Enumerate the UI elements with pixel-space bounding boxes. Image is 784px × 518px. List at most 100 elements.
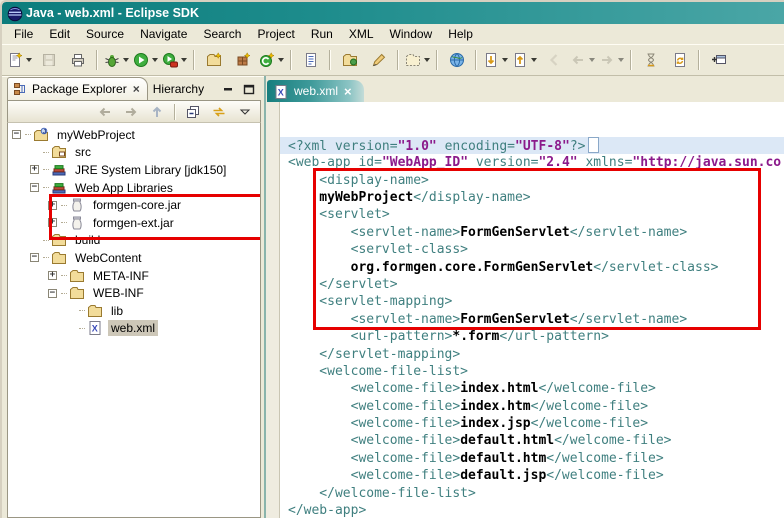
code-line[interactable]: </welcome-file-list> xyxy=(288,485,784,502)
dropdown-arrow-icon[interactable] xyxy=(502,58,508,62)
code-line[interactable]: <welcome-file>index.html</welcome-file> xyxy=(288,380,784,397)
code-area[interactable]: <?xml version="1.0" encoding="UTF-8"?><w… xyxy=(280,102,784,518)
code-line[interactable]: <servlet-mapping> xyxy=(288,293,784,310)
tree-item-jre-system-library-jdk150-[interactable]: +JRE System Library [jdk150] xyxy=(8,161,260,179)
code-line[interactable]: </servlet-mapping> xyxy=(288,346,784,363)
tree-item-web-app-libraries[interactable]: −Web App Libraries xyxy=(8,179,260,197)
tree-item-formgen-ext-jar[interactable]: +formgen-ext.jar xyxy=(8,214,260,232)
refresh-button[interactable] xyxy=(665,47,694,73)
forward-button[interactable] xyxy=(597,47,626,73)
code-line[interactable]: <welcome-file>index.htm</welcome-file> xyxy=(288,398,784,415)
tree-item-mywebproject[interactable]: −JmyWebProject xyxy=(8,126,260,144)
menu-item-navigate[interactable]: Navigate xyxy=(132,25,195,43)
tab-hierarchy[interactable]: Hierarchy xyxy=(148,79,211,100)
code-line[interactable]: myWebProject</display-name> xyxy=(288,189,784,206)
link-with-editor-button[interactable] xyxy=(207,102,231,123)
menu-item-help[interactable]: Help xyxy=(440,25,481,43)
javadoc-pen-button[interactable] xyxy=(364,47,393,73)
code-line[interactable]: <servlet-name>FormGenServlet</servlet-na… xyxy=(288,311,784,328)
tree-item-web-xml[interactable]: Xweb.xml xyxy=(8,320,260,338)
tab-web-xml[interactable]: X web.xml × xyxy=(267,80,364,102)
back-history-button[interactable] xyxy=(539,47,568,73)
code-line[interactable]: <web-app id="WebApp_ID" version="2.4" xm… xyxy=(288,154,784,171)
tree-item-web-inf[interactable]: −WEB-INF xyxy=(8,284,260,302)
expander-plus-icon[interactable]: + xyxy=(48,218,57,227)
code-line[interactable]: <welcome-file>default.html</welcome-file… xyxy=(288,432,784,449)
menu-item-edit[interactable]: Edit xyxy=(41,25,78,43)
up-button[interactable] xyxy=(145,102,169,123)
forward-button[interactable] xyxy=(119,102,143,123)
dropdown-arrow-icon[interactable] xyxy=(152,58,158,62)
menu-item-run[interactable]: Run xyxy=(303,25,341,43)
minimize-view-button[interactable] xyxy=(221,83,237,97)
code-line[interactable]: <welcome-file>default.htm</welcome-file> xyxy=(288,450,784,467)
expander-plus-icon[interactable]: + xyxy=(48,271,57,280)
run-button[interactable] xyxy=(131,47,160,73)
restore-editor-button[interactable] xyxy=(704,47,733,73)
tree-item-src[interactable]: src xyxy=(8,144,260,162)
code-line[interactable]: <display-name> xyxy=(288,172,784,189)
working-set-button[interactable] xyxy=(403,47,432,73)
expander-minus-icon[interactable]: − xyxy=(12,130,21,139)
menu-item-project[interactable]: Project xyxy=(249,25,302,43)
web-browser-button[interactable] xyxy=(442,47,471,73)
dropdown-arrow-icon[interactable] xyxy=(123,58,129,62)
maximize-view-button[interactable] xyxy=(241,83,257,97)
dropdown-arrow-icon[interactable] xyxy=(531,58,537,62)
code-line[interactable]: org.formgen.core.FormGenServlet</servlet… xyxy=(288,259,784,276)
collapse-all-button[interactable] xyxy=(181,102,205,123)
code-line[interactable]: <servlet-class> xyxy=(288,241,784,258)
code-line[interactable]: <welcome-file-list> xyxy=(288,363,784,380)
menu-item-xml[interactable]: XML xyxy=(341,25,382,43)
previous-annotation-button[interactable] xyxy=(510,47,539,73)
dropdown-arrow-icon[interactable] xyxy=(26,58,32,62)
code-line[interactable]: <servlet> xyxy=(288,206,784,223)
code-line[interactable]: </servlet> xyxy=(288,276,784,293)
view-menu-button[interactable] xyxy=(233,102,257,123)
open-resource-button[interactable] xyxy=(335,47,364,73)
code-line[interactable]: </web-app> xyxy=(288,502,784,518)
expander-plus-icon[interactable]: + xyxy=(48,201,57,210)
save-button[interactable] xyxy=(34,47,63,73)
code-line[interactable]: <url-pattern>*.form</url-pattern> xyxy=(288,328,784,345)
dropdown-arrow-icon[interactable] xyxy=(278,58,284,62)
expander-minus-icon[interactable]: − xyxy=(30,183,39,192)
task-list-button[interactable] xyxy=(296,47,325,73)
run-external-button[interactable] xyxy=(160,47,189,73)
debug-button[interactable] xyxy=(102,47,131,73)
tree-item-lib[interactable]: lib xyxy=(8,302,260,320)
code-line[interactable]: <?xml version="1.0" encoding="UTF-8"?> xyxy=(280,137,784,154)
dropdown-arrow-icon[interactable] xyxy=(424,58,430,62)
next-annotation-button[interactable] xyxy=(481,47,510,73)
expander-minus-icon[interactable]: − xyxy=(48,289,57,298)
project-tree[interactable]: −JmyWebProjectsrc+JRE System Library [jd… xyxy=(8,124,260,517)
code-line[interactable]: <servlet-name>FormGenServlet</servlet-na… xyxy=(288,224,784,241)
last-edit-location-button[interactable] xyxy=(636,47,665,73)
close-editor-icon[interactable]: × xyxy=(344,84,352,99)
back-button[interactable] xyxy=(568,47,597,73)
back-button[interactable] xyxy=(93,102,117,123)
menu-item-search[interactable]: Search xyxy=(195,25,249,43)
dropdown-arrow-icon[interactable] xyxy=(589,58,595,62)
menu-item-window[interactable]: Window xyxy=(382,25,441,43)
dropdown-arrow-icon[interactable] xyxy=(181,58,187,62)
print-button[interactable] xyxy=(63,47,92,73)
new-project-wizard-button[interactable] xyxy=(199,47,228,73)
code-segment-tag: </servlet-name> xyxy=(570,225,687,240)
menu-item-source[interactable]: Source xyxy=(78,25,132,43)
new-wizard-button[interactable] xyxy=(5,47,34,73)
menu-item-file[interactable]: File xyxy=(6,25,41,43)
dropdown-arrow-icon[interactable] xyxy=(618,58,624,62)
expander-plus-icon[interactable]: + xyxy=(30,165,39,174)
code-line[interactable]: <welcome-file>index.jsp</welcome-file> xyxy=(288,415,784,432)
new-package-wizard-button[interactable] xyxy=(228,47,257,73)
tab-package-explorer[interactable]: Package Explorer × xyxy=(7,77,148,100)
expander-minus-icon[interactable]: − xyxy=(30,253,39,262)
tree-item-meta-inf[interactable]: +META-INF xyxy=(8,267,260,285)
tree-item-webcontent[interactable]: −WebContent xyxy=(8,249,260,267)
new-class-wizard-button[interactable] xyxy=(257,47,286,73)
tree-item-build[interactable]: build xyxy=(8,232,260,250)
tree-item-formgen-core-jar[interactable]: +formgen-core.jar xyxy=(8,196,260,214)
close-view-icon[interactable]: × xyxy=(133,82,140,96)
code-line[interactable]: <welcome-file>default.jsp</welcome-file> xyxy=(288,467,784,484)
